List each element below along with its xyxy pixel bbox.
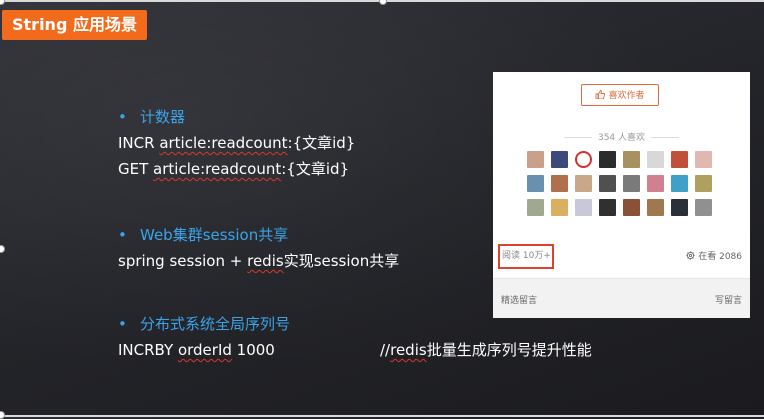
avatar[interactable] [623, 151, 640, 168]
spellcheck-word: article:readcount [159, 134, 288, 152]
bullet-icon: • [118, 108, 127, 126]
avatar[interactable] [671, 175, 688, 192]
avatar[interactable] [575, 151, 592, 168]
avatar[interactable] [575, 199, 592, 216]
avatar[interactable] [647, 151, 664, 168]
comments-footer: 精选留言 写留言 [493, 278, 750, 318]
spellcheck-word: orderId [177, 341, 232, 359]
thumb-up-icon [595, 85, 606, 107]
spellcheck-word: article:readcount [153, 160, 282, 178]
resize-handle-top-center[interactable] [379, 0, 387, 5]
code-line: GET article:readcount:{文章id} [118, 160, 350, 178]
article-stats-screenshot: 喜欢作者 354 人喜欢 阅读 10万+ 在看 2086 精选留言 写留言 [493, 72, 750, 318]
read-count: 阅读 10万+ [498, 244, 554, 269]
section-heading: • Web集群session共享 [118, 226, 289, 244]
featured-comments-label: 精选留言 [501, 296, 538, 306]
avatar[interactable] [551, 151, 568, 168]
slide: String 应用场景 • 计数器 INCR article:readcount:… [0, 0, 764, 419]
code-line: INCRBY orderId 1000//redis批量生成序列号提升性能 [118, 341, 592, 359]
resize-handle-bottom-left[interactable] [0, 411, 5, 419]
avatar[interactable] [623, 199, 640, 216]
code-line: spring session + redis实现session共享 [118, 252, 400, 270]
avatar[interactable] [527, 151, 544, 168]
avatar[interactable] [695, 151, 712, 168]
avatar[interactable] [527, 175, 544, 192]
slide-title: String 应用场景 [2, 10, 147, 40]
spellcheck-word: redis [247, 252, 284, 270]
avatar[interactable] [551, 199, 568, 216]
bullet-icon: • [118, 226, 127, 244]
section-counter: • 计数器 INCR article:readcount:{文章id} GET a… [118, 107, 355, 179]
avatar[interactable] [671, 199, 688, 216]
code-line: INCR article:readcount:{文章id} [118, 134, 356, 152]
section-heading: • 计数器 [118, 108, 186, 126]
write-comment-link[interactable]: 写留言 [715, 293, 742, 306]
spellcheck-word: redis [390, 341, 427, 359]
avatar[interactable] [647, 199, 664, 216]
avatar[interactable] [623, 175, 640, 192]
avatar[interactable] [527, 199, 544, 216]
gear-icon [686, 251, 698, 262]
resize-handle-top-left[interactable] [0, 0, 5, 5]
avatar[interactable] [575, 175, 592, 192]
avatar[interactable] [599, 175, 616, 192]
resize-handle-middle-left[interactable] [0, 245, 5, 253]
like-author-button[interactable]: 喜欢作者 [581, 84, 659, 106]
avatar[interactable] [695, 199, 712, 216]
avatar[interactable] [551, 175, 568, 192]
section-sequence: • 分布式系统全局序列号 INCRBY orderId 1000//redis批量… [118, 314, 592, 360]
avatar[interactable] [599, 151, 616, 168]
avatar[interactable] [695, 175, 712, 192]
avatar[interactable] [599, 199, 616, 216]
section-session: • Web集群session共享 spring session + redis实现… [118, 225, 399, 271]
code-comment: //redis批量生成序列号提升性能 [380, 341, 592, 359]
watching-count[interactable]: 在看 2086 [686, 249, 742, 262]
avatar[interactable] [647, 175, 664, 192]
likes-count: 354 人喜欢 [493, 130, 750, 143]
avatar[interactable] [671, 151, 688, 168]
bullet-icon: • [118, 315, 127, 333]
